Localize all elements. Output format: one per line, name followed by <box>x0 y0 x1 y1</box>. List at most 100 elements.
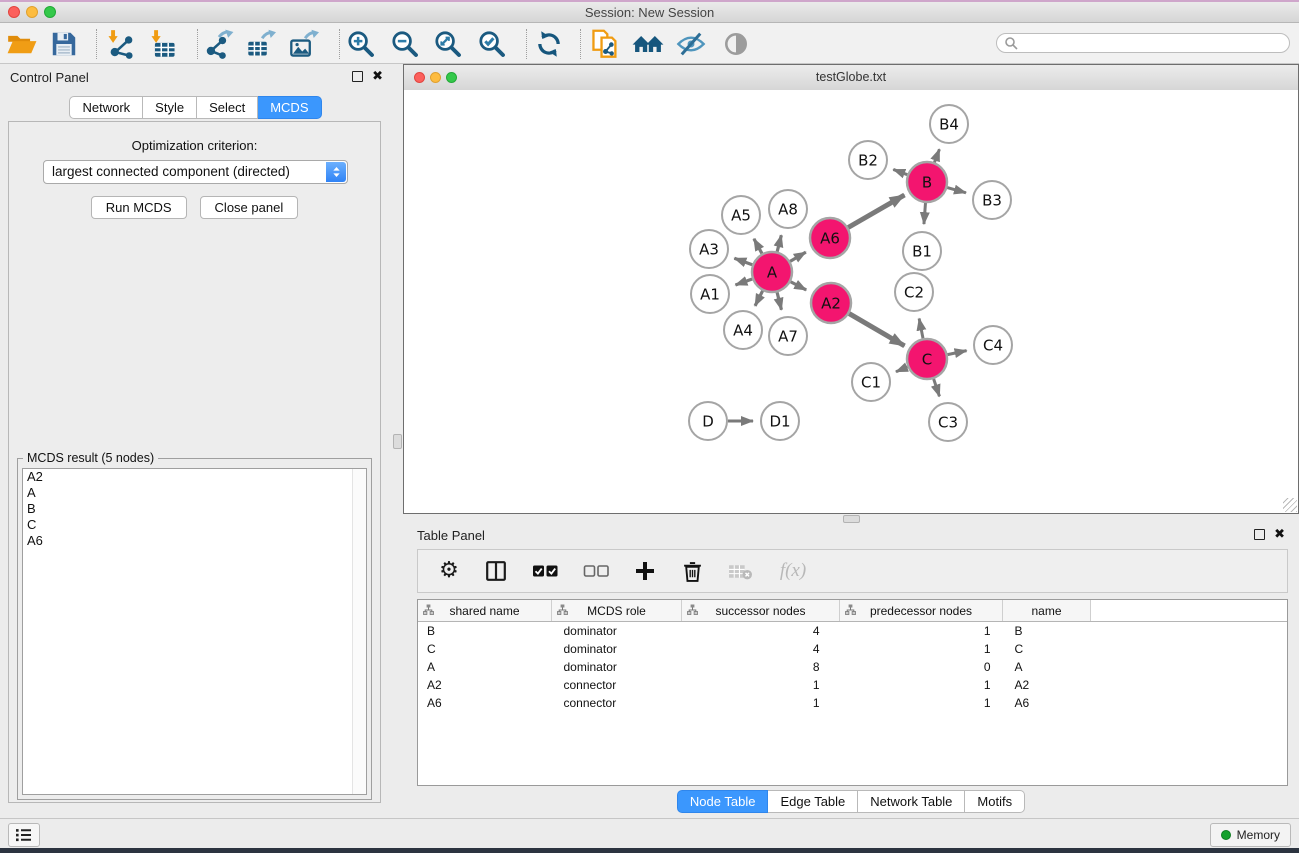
table-cell[interactable]: C <box>418 640 552 658</box>
function-builder-button[interactable]: f(x) <box>775 556 811 586</box>
refresh-layout-button[interactable] <box>532 27 566 61</box>
mcds-result-item[interactable]: A6 <box>23 533 366 549</box>
table-cell[interactable]: A2 <box>1003 676 1091 694</box>
graph-edge-A6-B[interactable] <box>848 195 904 228</box>
tab-mcds[interactable]: MCDS <box>258 96 321 119</box>
table-row[interactable]: A6connector11A6 <box>418 694 1287 712</box>
float-table-panel-icon[interactable] <box>1254 529 1265 540</box>
network-canvas[interactable]: B4B2BB3A8A5A6B1A3AC2A1A2A4A7C4CC1C3DD1 <box>404 90 1298 513</box>
close-panel-icon[interactable]: ✖ <box>372 71 383 82</box>
task-history-button[interactable] <box>8 823 40 847</box>
graph-edge-A-A3[interactable] <box>734 258 752 265</box>
graph-edge-B-B1[interactable] <box>924 203 926 224</box>
table-row[interactable]: Bdominator41B <box>418 622 1287 641</box>
tab-select[interactable]: Select <box>197 96 258 119</box>
export-network-button[interactable] <box>202 27 236 61</box>
graph-edge-A-A5[interactable] <box>754 239 762 254</box>
table-cell[interactable]: B <box>1003 622 1091 641</box>
zoom-in-button[interactable] <box>344 27 378 61</box>
graph-edge-A-A8[interactable] <box>777 235 781 251</box>
table-cell[interactable]: A6 <box>1003 694 1091 712</box>
tab-node-table[interactable]: Node Table <box>677 790 769 813</box>
graph-edge-A-A4[interactable] <box>755 291 763 306</box>
create-column-button[interactable] <box>632 556 658 586</box>
graph-edge-A-A2[interactable] <box>791 282 807 290</box>
graph-edge-A-A7[interactable] <box>777 292 781 309</box>
memory-button[interactable]: Memory <box>1210 823 1291 847</box>
table-cell[interactable]: A <box>418 658 552 676</box>
graph-edge-C-C2[interactable] <box>919 319 923 339</box>
table-cell[interactable]: 8 <box>682 658 840 676</box>
table-cell[interactable]: A6 <box>418 694 552 712</box>
table-cell[interactable]: dominator <box>552 658 682 676</box>
deselect-all-columns-button[interactable] <box>581 556 611 586</box>
tab-motifs[interactable]: Motifs <box>965 790 1025 813</box>
table-cell[interactable]: C <box>1003 640 1091 658</box>
save-session-button[interactable] <box>47 27 81 61</box>
float-panel-icon[interactable] <box>352 71 363 82</box>
table-cell[interactable]: A2 <box>418 676 552 694</box>
column-header-shared-name[interactable]: shared name <box>418 600 552 622</box>
graph-edge-C-C3[interactable] <box>934 379 940 396</box>
graph-edge-C-C1[interactable] <box>896 367 908 372</box>
table-cell[interactable]: 1 <box>840 622 1003 641</box>
mcds-result-item[interactable]: A2 <box>23 469 366 485</box>
home-layout-button[interactable] <box>631 27 665 61</box>
graph-edge-B-B2[interactable] <box>893 169 907 174</box>
tab-edge-table[interactable]: Edge Table <box>768 790 858 813</box>
export-image-button[interactable] <box>287 27 321 61</box>
table-cell[interactable]: 1 <box>840 694 1003 712</box>
table-cell[interactable]: connector <box>552 694 682 712</box>
duplicate-network-button[interactable] <box>588 27 622 61</box>
graph-edge-A-A1[interactable] <box>735 279 752 285</box>
graph-edge-C-C4[interactable] <box>948 351 967 355</box>
horizontal-split-divider[interactable] <box>403 514 1299 522</box>
network-window-titlebar[interactable]: testGlobe.txt <box>404 65 1298 91</box>
close-table-panel-icon[interactable]: ✖ <box>1274 529 1285 540</box>
mcds-result-item[interactable]: A <box>23 485 366 501</box>
table-cell[interactable]: 4 <box>682 640 840 658</box>
table-cell[interactable]: dominator <box>552 640 682 658</box>
graph-edge-A2-C[interactable] <box>849 314 904 346</box>
graph-edge-B-B3[interactable] <box>947 188 966 193</box>
graph-edge-A-A6[interactable] <box>790 252 806 261</box>
table-cell[interactable]: 1 <box>840 676 1003 694</box>
import-table-button[interactable] <box>146 27 180 61</box>
table-row[interactable]: A2connector11A2 <box>418 676 1287 694</box>
search-input[interactable] <box>996 33 1290 53</box>
column-header-MCDS-role[interactable]: MCDS role <box>552 600 682 622</box>
run-mcds-button[interactable]: Run MCDS <box>91 196 187 219</box>
table-cell[interactable]: 1 <box>840 640 1003 658</box>
show-hidden-button[interactable] <box>719 27 753 61</box>
table-cell[interactable]: 0 <box>840 658 1003 676</box>
close-panel-button[interactable]: Close panel <box>200 196 299 219</box>
mcds-result-item[interactable]: B <box>23 501 366 517</box>
table-cell[interactable]: dominator <box>552 622 682 641</box>
table-cell[interactable]: connector <box>552 676 682 694</box>
hide-selected-button[interactable] <box>674 27 708 61</box>
table-row[interactable]: Cdominator41C <box>418 640 1287 658</box>
column-header-predecessor-nodes[interactable]: predecessor nodes <box>840 600 1003 622</box>
table-cell[interactable]: B <box>418 622 552 641</box>
show-column-panel-button[interactable] <box>483 556 509 586</box>
criterion-dropdown[interactable]: largest connected component (directed) <box>43 160 348 184</box>
column-header-name[interactable]: name <box>1003 600 1091 622</box>
tab-style[interactable]: Style <box>143 96 197 119</box>
open-file-button[interactable] <box>5 27 39 61</box>
table-settings-button[interactable]: ⚙ <box>436 556 462 586</box>
table-cell[interactable]: A <box>1003 658 1091 676</box>
zoom-out-button[interactable] <box>388 27 422 61</box>
mcds-result-item[interactable]: C <box>23 517 366 533</box>
delete-table-button[interactable] <box>726 556 754 586</box>
export-table-button[interactable] <box>244 27 278 61</box>
scrollbar-track[interactable] <box>352 469 366 794</box>
graph-edge-B-B4[interactable] <box>934 149 939 162</box>
vertical-split-handle[interactable] <box>393 434 402 449</box>
table-cell[interactable]: 1 <box>682 676 840 694</box>
select-all-columns-button[interactable] <box>530 556 560 586</box>
vertical-split-divider[interactable] <box>391 64 403 819</box>
zoom-selected-button[interactable] <box>475 27 509 61</box>
tab-network-table[interactable]: Network Table <box>858 790 965 813</box>
column-header-successor-nodes[interactable]: successor nodes <box>682 600 840 622</box>
zoom-fit-button[interactable] <box>431 27 465 61</box>
